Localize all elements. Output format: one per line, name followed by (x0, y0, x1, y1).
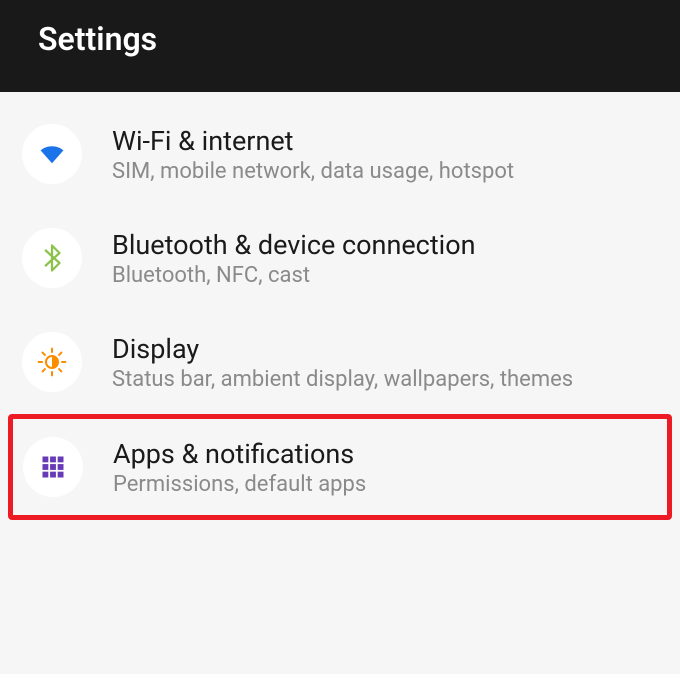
settings-item-text: Display Status bar, ambient display, wal… (112, 333, 660, 392)
settings-item-bluetooth[interactable]: Bluetooth & device connection Bluetooth,… (0, 206, 680, 310)
settings-item-apps[interactable]: Apps & notifications Permissions, defaul… (8, 414, 672, 520)
settings-item-title: Bluetooth & device connection (112, 229, 660, 261)
settings-item-wifi[interactable]: Wi-Fi & internet SIM, mobile network, da… (0, 102, 680, 206)
settings-list: Wi-Fi & internet SIM, mobile network, da… (0, 92, 680, 520)
bluetooth-icon (22, 228, 82, 288)
page-title: Settings (38, 20, 680, 58)
brightness-icon (22, 332, 82, 392)
settings-item-title: Display (112, 333, 660, 365)
settings-item-subtitle: SIM, mobile network, data usage, hotspot (112, 159, 660, 184)
settings-item-text: Bluetooth & device connection Bluetooth,… (112, 229, 660, 288)
settings-item-subtitle: Bluetooth, NFC, cast (112, 263, 660, 288)
settings-item-text: Apps & notifications Permissions, defaul… (113, 438, 655, 497)
settings-item-title: Wi-Fi & internet (112, 125, 660, 157)
settings-header: Settings (0, 0, 680, 92)
settings-item-display[interactable]: Display Status bar, ambient display, wal… (0, 310, 680, 414)
settings-item-subtitle: Permissions, default apps (113, 472, 655, 497)
settings-item-subtitle: Status bar, ambient display, wallpapers,… (112, 367, 660, 392)
apps-grid-icon (23, 437, 83, 497)
settings-item-title: Apps & notifications (113, 438, 655, 470)
wifi-icon (22, 124, 82, 184)
settings-item-text: Wi-Fi & internet SIM, mobile network, da… (112, 125, 660, 184)
